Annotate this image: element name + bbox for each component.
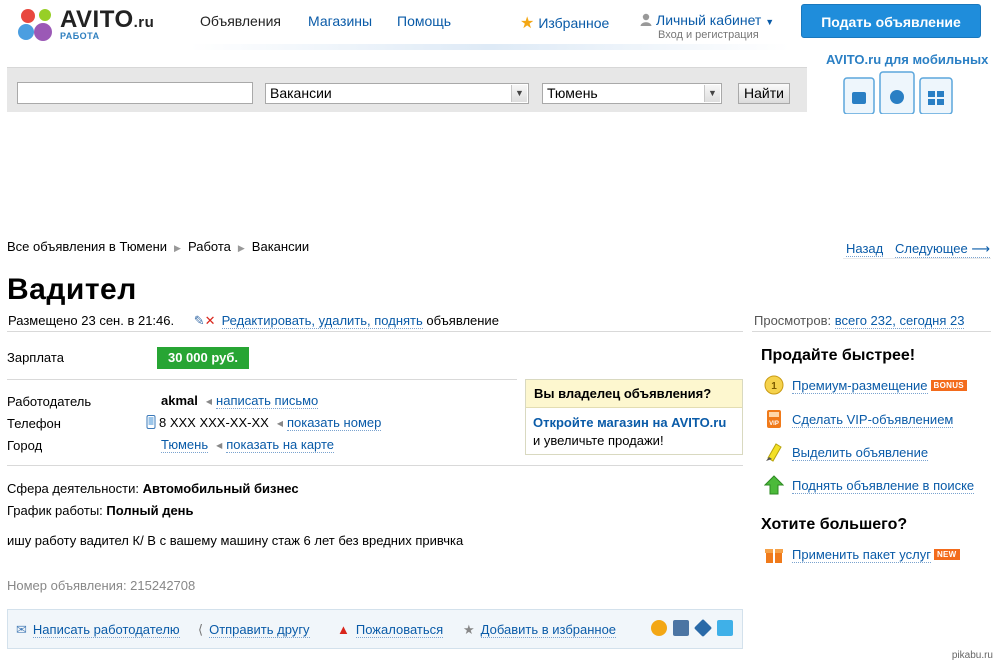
chevron-down-icon: ▼ bbox=[511, 85, 527, 102]
write-employer-action[interactable]: ✉ Написать работодателю bbox=[16, 622, 180, 638]
ad-title: Вадител bbox=[7, 273, 137, 306]
owner-box-title: Вы владелец объявления? bbox=[526, 380, 742, 408]
delete-icon[interactable]: ✕ bbox=[205, 313, 216, 328]
envelope-icon: ✉ bbox=[16, 622, 27, 637]
mobile-apps-title[interactable]: AVITO.ru для мобильных bbox=[826, 52, 988, 67]
phone-value: 8 XXX XXX-XX-XX ◀ показать номер bbox=[146, 415, 382, 431]
favorites-link[interactable]: ★ Избранное bbox=[520, 13, 609, 33]
post-ad-button[interactable]: Подать объявление bbox=[801, 4, 981, 38]
bonus-badge: BONUS bbox=[930, 380, 967, 391]
sphere-row: Сфера деятельности: Автомобильный бизнес bbox=[7, 481, 299, 496]
premium-item[interactable]: 1 Премиум-размещение BONUS bbox=[764, 375, 967, 395]
nav-shops[interactable]: Магазины bbox=[308, 13, 372, 29]
divider bbox=[7, 331, 743, 332]
ad-number: Номер объявления: 215242708 bbox=[7, 578, 196, 593]
new-badge: NEW bbox=[933, 549, 960, 560]
cabinet-sub: Вход и регистрация bbox=[658, 29, 759, 41]
triangle-left-icon: ◀ bbox=[276, 419, 283, 428]
next-link[interactable]: Следующее ⟶ bbox=[895, 241, 991, 258]
breadcrumb: Все объявления в Тюмени ▶ Работа ▶ Вакансии bbox=[7, 239, 309, 254]
divider bbox=[752, 331, 991, 332]
show-number-link[interactable]: показать номер bbox=[286, 415, 382, 431]
svg-text:VIP: VIP bbox=[769, 421, 779, 427]
chevron-down-icon: ▼ bbox=[704, 85, 720, 102]
prev-link[interactable]: Назад bbox=[846, 241, 884, 257]
divider bbox=[7, 465, 743, 466]
ad-actions-bar: ✉ Написать работодателю ⟨ Отправить другу … bbox=[7, 609, 743, 649]
chevron-right-icon: ▶ bbox=[174, 243, 181, 253]
pencil-icon[interactable]: ✎ bbox=[194, 313, 205, 328]
package-item[interactable]: Применить пакет услуг NEW bbox=[764, 544, 960, 564]
warning-icon: ▲ bbox=[337, 622, 350, 637]
crumb-vacancies[interactable]: Вакансии bbox=[252, 239, 309, 254]
complain-action[interactable]: ▲ Пожаловаться bbox=[337, 622, 444, 638]
livejournal-icon[interactable] bbox=[693, 618, 713, 638]
triangle-left-icon: ◀ bbox=[216, 441, 223, 450]
divider bbox=[843, 258, 991, 259]
twitter-icon[interactable] bbox=[717, 620, 733, 636]
employer-label: Работодатель bbox=[7, 394, 92, 409]
svg-text:1: 1 bbox=[771, 381, 777, 392]
chevron-down-icon: ▼ bbox=[765, 17, 775, 27]
category-select[interactable]: Вакансии ▼ bbox=[265, 83, 529, 104]
mailru-icon[interactable] bbox=[651, 620, 667, 636]
divider bbox=[7, 379, 517, 380]
write-letter-link[interactable]: написать письмо bbox=[216, 393, 319, 409]
salary-badge: 30 000 руб. bbox=[157, 347, 249, 369]
want-more-heading: Хотите большего? bbox=[761, 516, 908, 533]
chevron-right-icon: ▶ bbox=[237, 243, 245, 253]
city-label: Город bbox=[7, 438, 43, 453]
avito-logo-icon bbox=[18, 9, 52, 41]
crumb-all[interactable]: Все объявления в Тюмени bbox=[7, 239, 167, 254]
show-map-link[interactable]: показать на карте bbox=[226, 437, 335, 453]
nav-ads[interactable]: Объявления bbox=[200, 13, 281, 29]
premium-coin-icon: 1 bbox=[764, 375, 784, 395]
share-icon: ⟨ bbox=[198, 622, 204, 637]
ad-description: ишу работу вадител К/ В с вашему машину … bbox=[7, 533, 464, 548]
sell-faster-heading: Продайте быстрее! bbox=[761, 347, 916, 364]
logo-sub: РАБОТА bbox=[60, 31, 100, 41]
nav-underline bbox=[190, 44, 790, 50]
city-link[interactable]: Тюмень bbox=[161, 437, 209, 453]
city-select[interactable]: Тюмень ▼ bbox=[542, 83, 722, 104]
employer-value: akmal ◀ написать письмо bbox=[161, 393, 319, 409]
gift-box-icon bbox=[765, 549, 783, 563]
edit-link[interactable]: Редактировать, удалить, поднять bbox=[221, 313, 423, 329]
nav-help[interactable]: Помощь bbox=[397, 13, 451, 29]
city-value: Тюмень ◀ показать на карте bbox=[161, 437, 335, 453]
schedule-row: График работы: Полный день bbox=[7, 503, 194, 518]
views-counter: Просмотров: всего 232, сегодня 23 bbox=[754, 313, 965, 329]
highlight-item[interactable]: Выделить объявление bbox=[764, 442, 929, 462]
raise-item[interactable]: Поднять объявление в поиске bbox=[764, 475, 975, 495]
search-bar: Вакансии ▼ Тюмень ▼ Найти bbox=[7, 67, 807, 112]
user-icon bbox=[640, 13, 652, 26]
cabinet-link[interactable]: Личный кабинет ▼ Вход и регистрация bbox=[640, 12, 774, 41]
vip-item[interactable]: VIP Сделать VIP-объявлением bbox=[764, 409, 954, 429]
views-link[interactable]: всего 232, сегодня 23 bbox=[834, 313, 965, 329]
mobile-devices-icon[interactable] bbox=[842, 70, 954, 114]
owner-box: Вы владелец объявления? Откройте магазин… bbox=[525, 379, 743, 455]
phone-label: Телефон bbox=[7, 416, 61, 431]
open-shop-link[interactable]: Откройте магазин на AVITO.ru bbox=[533, 415, 726, 430]
ad-meta: Размещено 23 сен. в 21:46. ✎✕ Редактирова… bbox=[8, 313, 499, 329]
star-icon: ★ bbox=[463, 622, 475, 637]
search-button[interactable]: Найти bbox=[738, 83, 790, 104]
arrow-up-icon bbox=[764, 475, 784, 495]
highlight-marker-icon bbox=[766, 443, 782, 462]
send-friend-action[interactable]: ⟨ Отправить другу bbox=[198, 622, 310, 638]
logo[interactable]: AVITO.ru РАБОТА bbox=[14, 4, 194, 44]
phone-icon bbox=[146, 415, 156, 429]
triangle-left-icon: ◀ bbox=[205, 397, 213, 406]
watermark: pikabu.ru bbox=[951, 650, 993, 661]
add-favorite-action[interactable]: ★ Добавить в избранное bbox=[463, 622, 617, 638]
vip-icon: VIP bbox=[767, 410, 781, 428]
salary-label: Зарплата bbox=[7, 350, 64, 365]
vkontakte-icon[interactable] bbox=[673, 620, 689, 636]
crumb-work[interactable]: Работа bbox=[188, 239, 231, 254]
star-icon: ★ bbox=[520, 15, 535, 32]
search-input[interactable] bbox=[17, 82, 253, 104]
